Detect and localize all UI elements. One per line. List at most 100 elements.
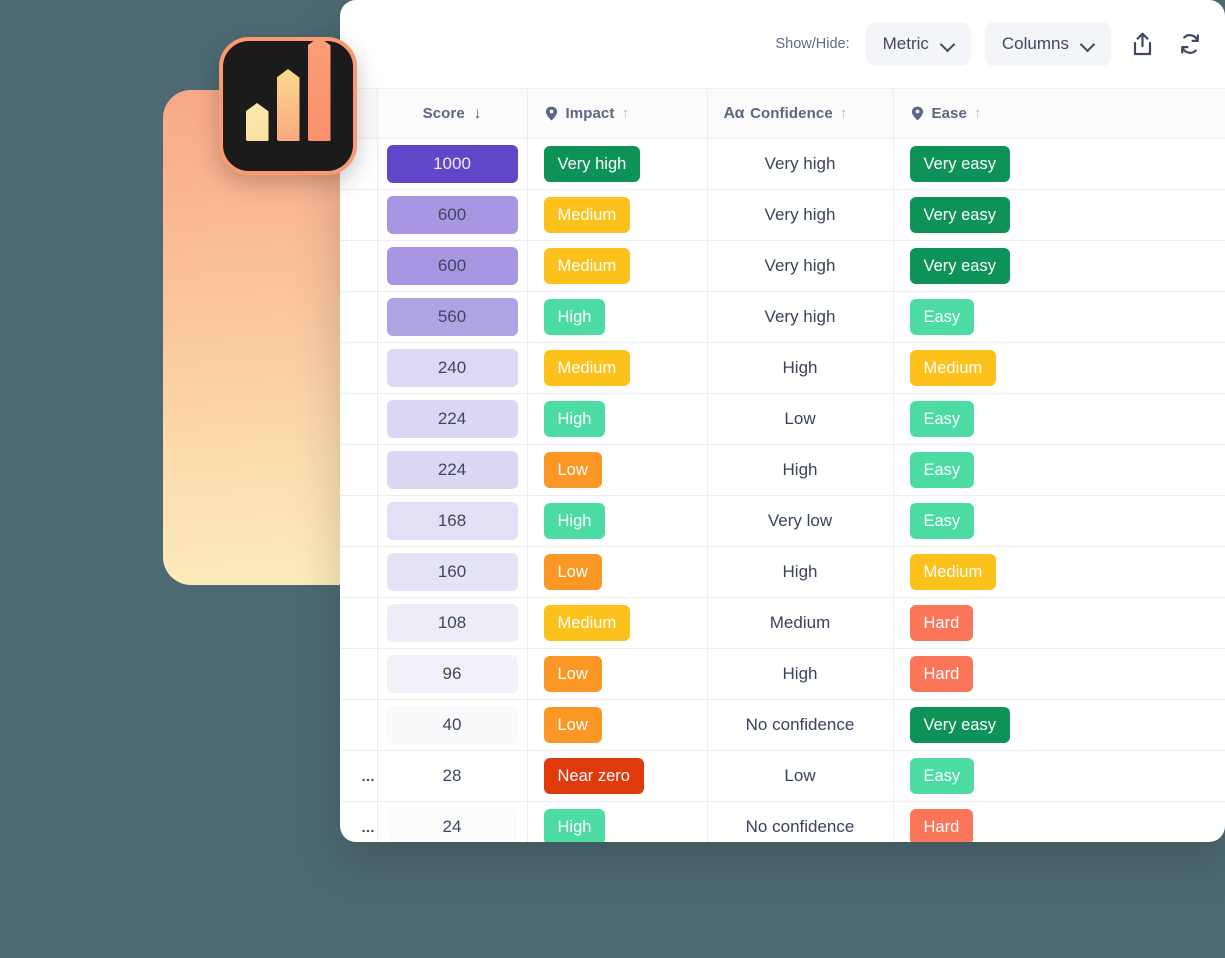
logo-bar-medium (276, 69, 300, 141)
tag-icon (910, 106, 925, 121)
confidence-cell: Low (707, 750, 894, 802)
prioritization-table-card: Show/Hide: Metric Columns Score ↓ Impact… (340, 0, 1225, 842)
tag-icon (544, 106, 559, 121)
table-row[interactable]: 1000 Very high Very high Very easy (340, 138, 1225, 190)
row-peek-cell (340, 342, 378, 394)
column-header-confidence[interactable]: Aα Confidence ↑ (707, 88, 894, 139)
ease-cell: Very easy (893, 699, 1225, 751)
score-pill: 600 (386, 247, 518, 285)
impact-cell: High (527, 801, 708, 842)
metric-dropdown[interactable]: Metric (865, 22, 971, 66)
column-header-ease[interactable]: Ease ↑ (893, 88, 1225, 139)
impact-badge: Medium (543, 350, 631, 386)
table-row[interactable]: 40 Low No confidence Very easy (340, 699, 1225, 751)
score-pill: 28 (386, 757, 518, 795)
table-row[interactable]: 240 Medium High Medium (340, 342, 1225, 394)
ease-badge: Easy (909, 503, 975, 539)
impact-cell: Low (527, 546, 708, 598)
row-peek-cell (340, 495, 378, 547)
score-cell: 24 (377, 801, 528, 842)
score-cell: 96 (377, 648, 528, 700)
table-row[interactable]: 96 Low High Hard (340, 648, 1225, 700)
sort-asc-icon: ↑ (973, 105, 982, 122)
table-row[interactable]: 168 High Very low Easy (340, 495, 1225, 547)
confidence-cell: Low (707, 393, 894, 445)
table-row[interactable]: … 28 Near zero Low Easy (340, 750, 1225, 802)
ease-badge: Easy (909, 452, 975, 488)
ease-cell: Easy (893, 750, 1225, 802)
column-header-score[interactable]: Score ↓ (377, 88, 528, 139)
impact-cell: Low (527, 444, 708, 496)
impact-badge: High (543, 503, 606, 539)
score-pill: 224 (386, 400, 518, 438)
screenshot-canvas: Show/Hide: Metric Columns Score ↓ Impact… (0, 0, 1225, 958)
table-row[interactable]: … 24 High No confidence Hard (340, 801, 1225, 842)
ease-badge: Very easy (909, 248, 1010, 284)
table-row[interactable]: 600 Medium Very high Very easy (340, 189, 1225, 241)
impact-cell: Medium (527, 597, 708, 649)
impact-badge: Medium (543, 197, 631, 233)
score-pill: 24 (386, 808, 518, 842)
table-row[interactable]: 160 Low High Medium (340, 546, 1225, 598)
score-pill: 40 (386, 706, 518, 744)
row-peek-cell (340, 699, 378, 751)
metric-dropdown-label: Metric (882, 34, 929, 53)
table-row[interactable]: 224 Low High Easy (340, 444, 1225, 496)
table-row[interactable]: 560 High Very high Easy (340, 291, 1225, 343)
score-pill: 1000 (386, 145, 518, 183)
score-cell: 40 (377, 699, 528, 751)
table-row[interactable]: 108 Medium Medium Hard (340, 597, 1225, 649)
impact-cell: Low (527, 699, 708, 751)
score-cell: 28 (377, 750, 528, 802)
score-pill: 96 (386, 655, 518, 693)
confidence-cell: Medium (707, 597, 894, 649)
score-cell: 600 (377, 189, 528, 241)
ease-cell: Easy (893, 291, 1225, 343)
ease-cell: Hard (893, 648, 1225, 700)
ease-cell: Very easy (893, 240, 1225, 292)
logo-bar-large (307, 37, 331, 141)
ease-badge: Hard (909, 809, 974, 842)
column-header-impact[interactable]: Impact ↑ (527, 88, 708, 139)
row-peek-cell: … (340, 750, 378, 802)
show-hide-label: Show/Hide: (775, 36, 850, 52)
sort-asc-icon: ↑ (621, 105, 630, 122)
column-header-confidence-label: Confidence (750, 105, 833, 122)
sort-asc-icon: ↑ (839, 105, 848, 122)
table-row[interactable]: 224 High Low Easy (340, 393, 1225, 445)
row-peek-cell (340, 546, 378, 598)
columns-dropdown-label: Columns (1001, 34, 1069, 53)
logo-bars (245, 37, 331, 141)
table-toolbar: Show/Hide: Metric Columns (340, 0, 1225, 88)
score-cell: 1000 (377, 138, 528, 190)
share-icon[interactable] (1125, 25, 1159, 63)
row-peek-cell: … (340, 801, 378, 842)
columns-dropdown[interactable]: Columns (984, 22, 1111, 66)
impact-cell: Medium (527, 342, 708, 394)
table-body: 1000 Very high Very high Very easy 600 Medium… (340, 138, 1225, 842)
chevron-down-icon (942, 38, 954, 50)
table-header-row: Score ↓ Impact ↑ Aα Confidence ↑ Ease ↑ (340, 88, 1225, 139)
score-cell: 224 (377, 444, 528, 496)
score-cell: 160 (377, 546, 528, 598)
row-peek-cell (340, 444, 378, 496)
impact-badge: Very high (543, 146, 641, 182)
table-header: Score ↓ Impact ↑ Aα Confidence ↑ Ease ↑ (340, 88, 1225, 139)
ease-cell: Easy (893, 393, 1225, 445)
impact-cell: Very high (527, 138, 708, 190)
row-peek-cell (340, 291, 378, 343)
ease-badge: Easy (909, 401, 975, 437)
confidence-cell: Very high (707, 189, 894, 241)
impact-cell: High (527, 291, 708, 343)
ease-badge: Hard (909, 605, 974, 641)
confidence-cell: High (707, 546, 894, 598)
column-header-ease-label: Ease (931, 105, 967, 122)
impact-badge: High (543, 299, 606, 335)
impact-badge: Low (543, 656, 602, 692)
row-peek-cell (340, 240, 378, 292)
impact-cell: High (527, 393, 708, 445)
score-cell: 560 (377, 291, 528, 343)
refresh-icon[interactable] (1173, 25, 1207, 63)
table-row[interactable]: 600 Medium Very high Very easy (340, 240, 1225, 292)
chevron-down-icon (1082, 38, 1094, 50)
